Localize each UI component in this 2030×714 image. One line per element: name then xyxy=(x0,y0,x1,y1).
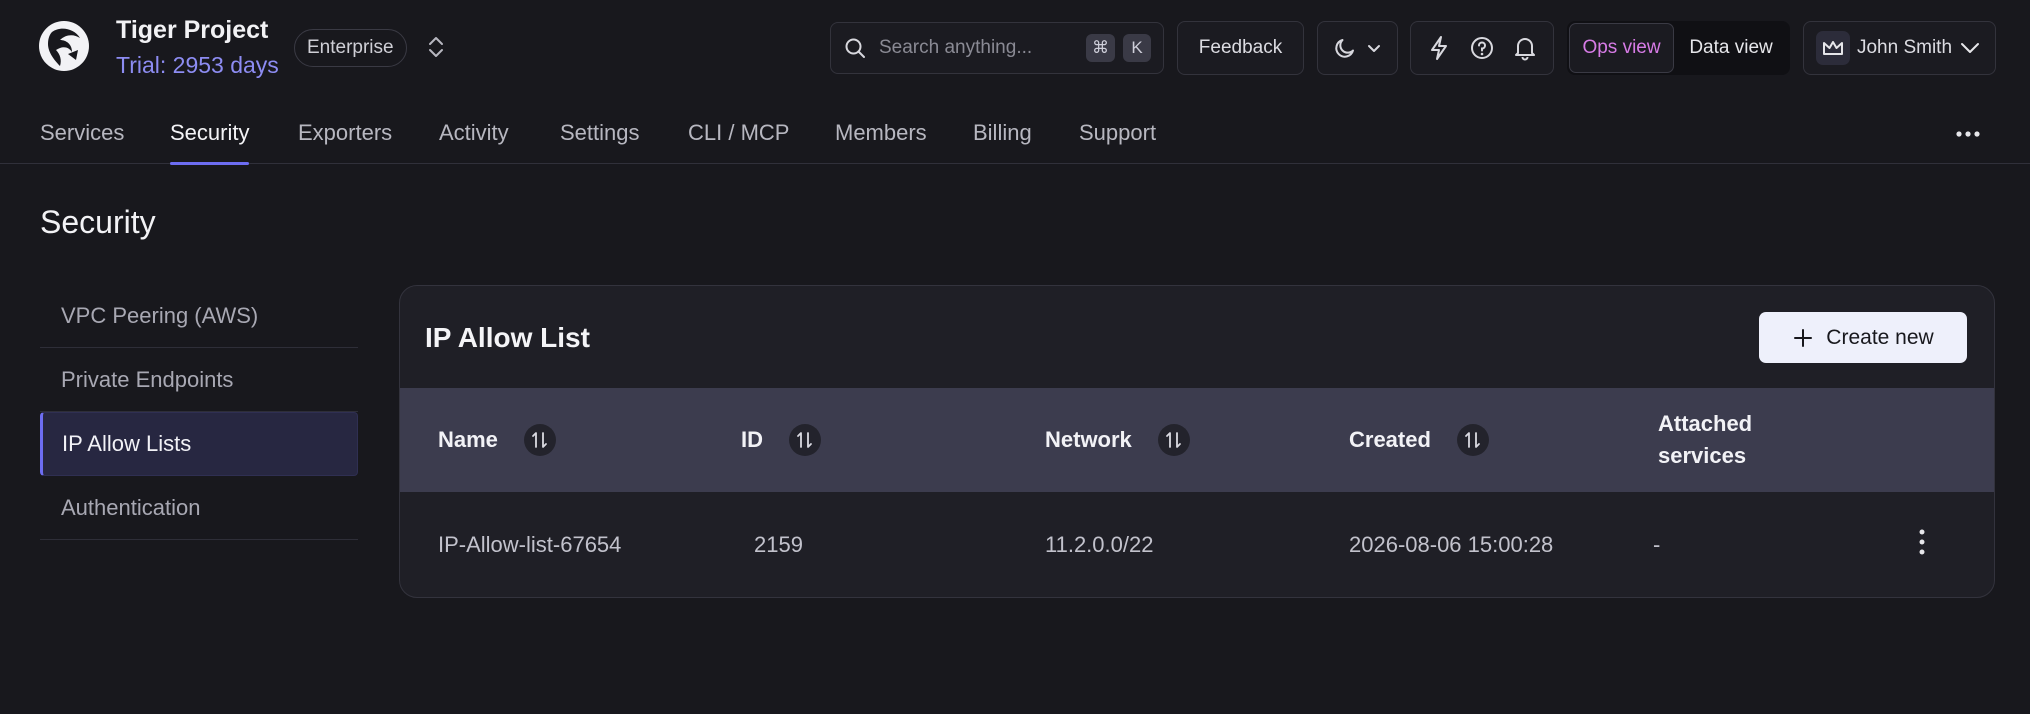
sort-icon[interactable] xyxy=(523,424,556,456)
main-nav: Services Security Exporters Activity Set… xyxy=(0,116,2030,165)
column-header-network: Network xyxy=(1045,388,1190,492)
search-placeholder: Search anything... xyxy=(879,37,1033,58)
tab-security[interactable]: Security xyxy=(170,120,250,165)
lightning-icon[interactable] xyxy=(1427,35,1451,61)
cell-attached-services: - xyxy=(1653,532,1661,557)
user-name: John Smith xyxy=(1856,37,1953,58)
tab-settings[interactable]: Settings xyxy=(560,120,640,164)
sort-icon[interactable] xyxy=(789,424,821,456)
sort-icon[interactable] xyxy=(1456,424,1489,456)
bell-icon[interactable] xyxy=(1513,35,1537,61)
shortcut-modifier-key: ⌘ xyxy=(1086,34,1115,62)
ops-view-button[interactable]: Ops view xyxy=(1569,23,1675,73)
feedback-button[interactable]: Feedback xyxy=(1177,21,1304,75)
sidebar-item-ip-allow-lists[interactable]: IP Allow Lists xyxy=(40,412,358,476)
tab-exporters[interactable]: Exporters xyxy=(298,120,392,164)
page-title: Security xyxy=(40,204,156,240)
create-new-button[interactable]: Create new xyxy=(1759,312,1967,363)
quick-actions-group xyxy=(1410,21,1554,75)
crown-icon xyxy=(1816,31,1850,65)
sidebar-item-authentication[interactable]: Authentication xyxy=(40,476,358,540)
cell-name: IP-Allow-list-67654 xyxy=(438,532,622,557)
column-header-id: ID xyxy=(741,388,821,492)
table-header: Name ID Network Created Attached service… xyxy=(400,388,1994,492)
column-header-attached-services: Attached services xyxy=(1658,411,1753,468)
plan-badge: Enterprise xyxy=(294,29,407,67)
sidebar-item-vpc-peering[interactable]: VPC Peering (AWS) xyxy=(40,284,358,348)
sort-icon[interactable] xyxy=(1157,424,1190,456)
column-header-name: Name xyxy=(438,388,556,492)
ip-allow-list-card: IP Allow List Create new Name ID Network xyxy=(399,285,1995,598)
card-title: IP Allow List xyxy=(425,322,590,353)
tab-services[interactable]: Services xyxy=(40,120,124,164)
tab-support[interactable]: Support xyxy=(1079,120,1156,164)
search-input[interactable]: Search anything... ⌘ K xyxy=(830,22,1164,74)
chevron-down-icon xyxy=(1960,43,1979,53)
shortcut-k-key: K xyxy=(1123,34,1151,62)
tab-activity[interactable]: Activity xyxy=(439,120,509,164)
chevron-down-icon xyxy=(1367,45,1380,52)
tab-members[interactable]: Members xyxy=(835,120,927,164)
column-header-created: Created xyxy=(1349,388,1489,492)
more-options-icon[interactable] xyxy=(1955,124,1981,144)
data-view-button[interactable]: Data view xyxy=(1674,23,1788,73)
cell-id: 2159 xyxy=(754,532,803,557)
trial-remaining: Trial: 2953 days xyxy=(116,52,279,78)
tiger-logo-icon[interactable] xyxy=(38,20,90,72)
moon-icon xyxy=(1334,39,1354,58)
row-actions-icon[interactable] xyxy=(1917,528,1927,556)
project-name: Tiger Project xyxy=(116,16,269,44)
user-menu-button[interactable]: John Smith xyxy=(1803,21,1996,75)
plus-icon xyxy=(1794,328,1813,347)
help-icon[interactable] xyxy=(1469,35,1495,61)
search-icon xyxy=(845,38,865,58)
sidebar-item-private-endpoints[interactable]: Private Endpoints xyxy=(40,348,358,412)
tab-cli-mcp[interactable]: CLI / MCP xyxy=(688,120,789,164)
tab-billing[interactable]: Billing xyxy=(973,120,1032,164)
view-toggle: Ops view Data view xyxy=(1567,21,1790,75)
cell-created: 2026-08-06 15:00:28 xyxy=(1349,532,1554,557)
project-switcher-icon[interactable] xyxy=(426,34,446,60)
cell-network: 11.2.0.0/22 xyxy=(1045,532,1154,557)
create-new-label: Create new xyxy=(1826,325,1934,349)
theme-toggle-button[interactable] xyxy=(1317,21,1398,75)
